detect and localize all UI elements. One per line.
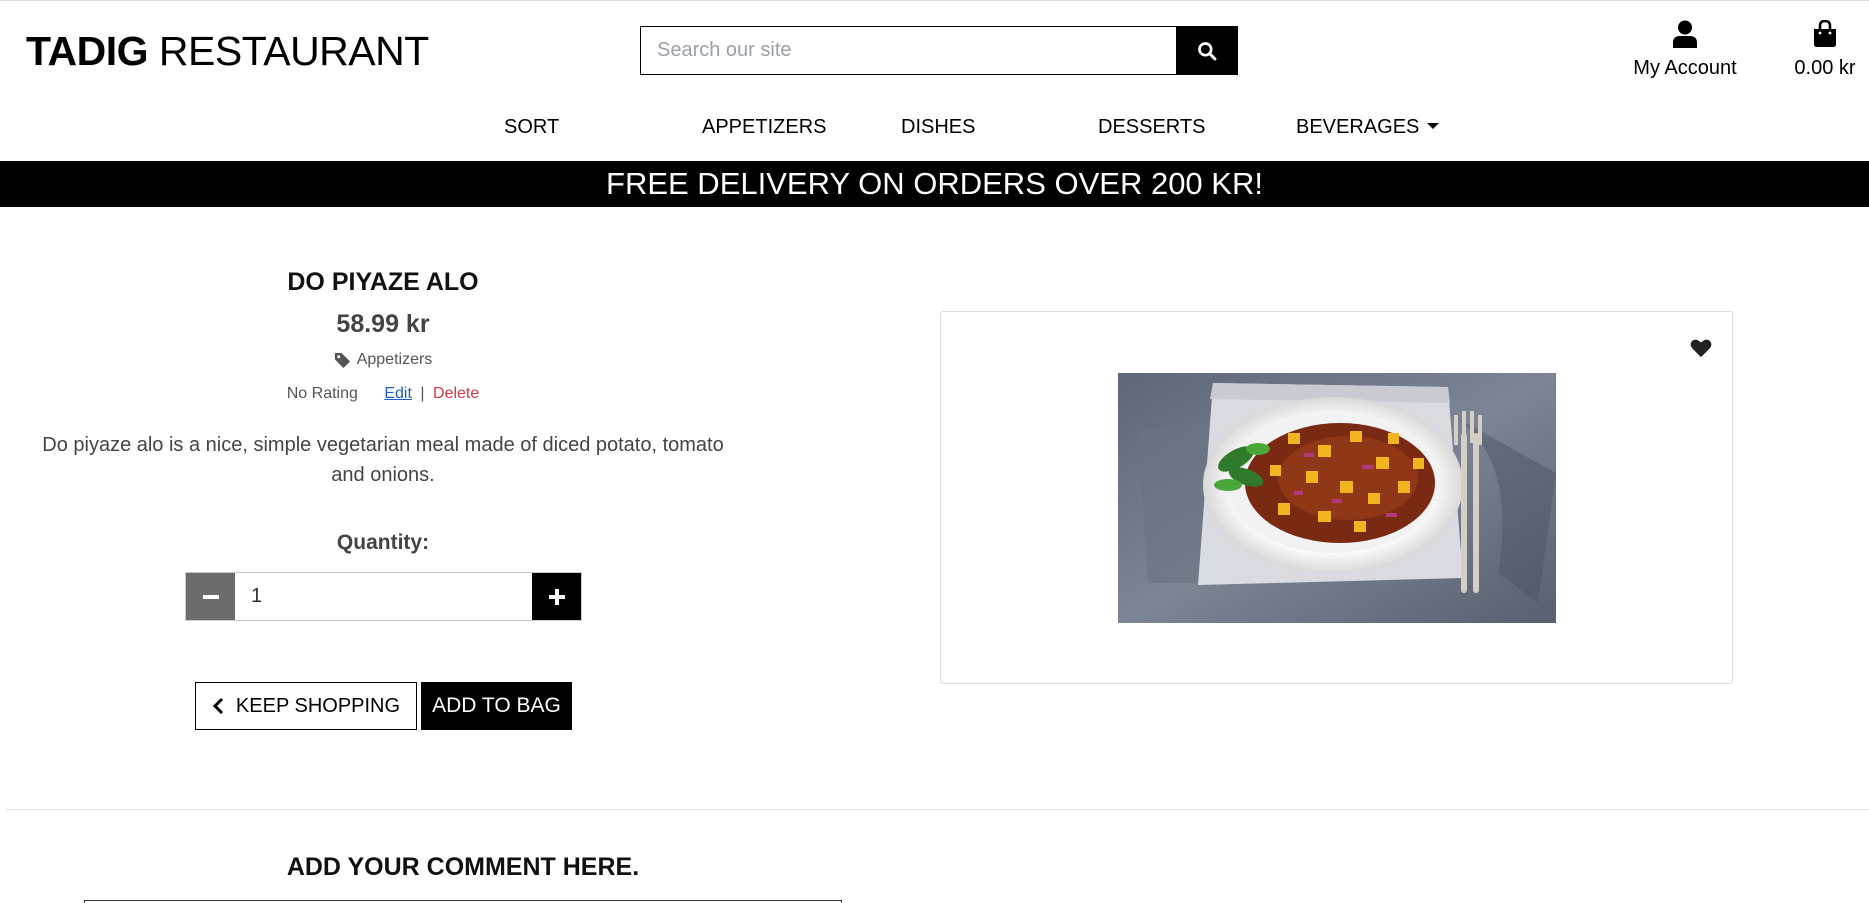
product-title: DO PIYAZE ALO (287, 268, 479, 296)
nav-beverages[interactable]: BEVERAGES (1296, 114, 1440, 140)
comment-section-title: ADD YOUR COMMENT HERE. (286, 853, 640, 881)
user-icon (1673, 20, 1697, 48)
chevron-left-icon (212, 697, 223, 715)
logo-regular-text: RESTAURANT (158, 28, 429, 74)
nav-desserts[interactable]: DESSERTS (1098, 114, 1205, 140)
section-divider (6, 809, 1869, 810)
heart-icon (1690, 339, 1712, 358)
my-account-label: My Account (1633, 57, 1737, 79)
product-details: DO PIYAZE ALO 58.99 kr Appetizers No Rat… (40, 260, 726, 556)
wishlist-button[interactable] (1690, 338, 1712, 363)
site-logo[interactable]: TADIG RESTAURANT (26, 26, 429, 76)
product-image-card (940, 311, 1733, 684)
delete-product-link[interactable]: Delete (433, 385, 479, 402)
nav-dishes[interactable]: DISHES (901, 114, 975, 140)
product-category-link[interactable]: Appetizers (334, 350, 433, 370)
promo-banner: FREE DELIVERY ON ORDERS OVER 200 KR! (0, 161, 1869, 207)
keep-shopping-label: KEEP SHOPPING (235, 694, 401, 717)
edit-product-link[interactable]: Edit (384, 385, 412, 402)
search-button[interactable] (1176, 27, 1237, 74)
product-description: Do piyaze alo is a nice, simple vegetari… (42, 433, 724, 486)
caret-down-icon (1427, 122, 1440, 129)
plus-icon (548, 588, 565, 605)
product-price: 58.99 kr (336, 310, 430, 338)
product-rating: No Rating (286, 384, 358, 402)
shopping-bag-icon (1814, 19, 1836, 47)
decrement-qty-button[interactable] (186, 573, 235, 620)
my-account-link[interactable]: My Account (1620, 20, 1750, 81)
quantity-input[interactable] (235, 573, 532, 620)
minus-icon (202, 594, 219, 599)
add-to-bag-button[interactable]: ADD TO BAG (421, 682, 572, 730)
search-icon (1197, 41, 1216, 60)
nav-sort[interactable]: SORT (504, 114, 559, 140)
search-form (640, 26, 1238, 75)
shopping-bag-link[interactable]: 0.00 kr (1785, 19, 1865, 81)
product-category-label: Appetizers (356, 351, 433, 368)
top-border (0, 0, 1869, 1)
product-image (1118, 373, 1556, 623)
nav-appetizers[interactable]: APPETIZERS (702, 114, 826, 140)
bag-total: 0.00 kr (1794, 57, 1856, 79)
quantity-stepper (185, 572, 582, 621)
logo-bold-text: TADIG (26, 28, 149, 74)
meta-separator: | (420, 384, 425, 402)
search-input[interactable] (641, 27, 1176, 74)
increment-qty-button[interactable] (532, 573, 581, 620)
keep-shopping-button[interactable]: KEEP SHOPPING (195, 682, 417, 730)
quantity-label: Quantity: (336, 530, 430, 554)
tag-icon (334, 352, 350, 368)
product-meta: No Rating Edit | Delete (40, 384, 726, 404)
nav-beverages-label: BEVERAGES (1296, 116, 1420, 138)
